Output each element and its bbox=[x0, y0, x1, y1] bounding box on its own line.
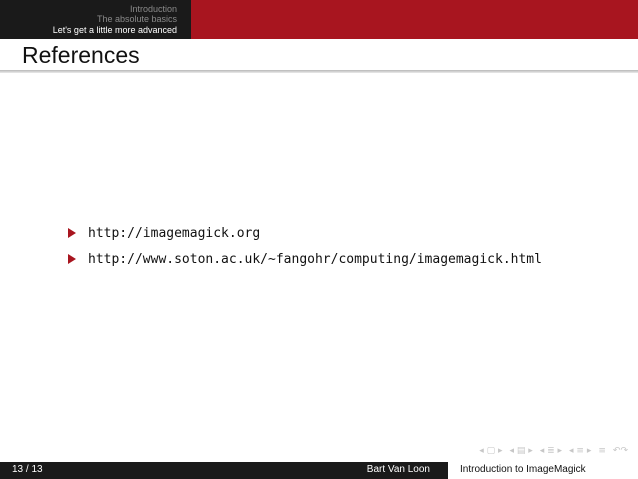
beamer-navigation-controls: ◂ ▢ ▸ ◂ ▤ ▸ ◂ ≣ ▸ ◂ ≡ ▸ ≡ ↶↷ bbox=[479, 446, 628, 456]
author-name: Bart Van Loon bbox=[366, 464, 430, 475]
section-navigation: Introduction The absolute basics Let's g… bbox=[0, 0, 191, 39]
footer-bar: 13 / 13 Bart Van Loon Introduction to Im… bbox=[0, 462, 638, 479]
align-icon[interactable]: ≡ bbox=[598, 446, 606, 456]
reference-link-imagemagick[interactable]: http://imagemagick.org bbox=[88, 226, 260, 241]
triangle-bullet-icon bbox=[68, 254, 76, 264]
header-bar: Introduction The absolute basics Let's g… bbox=[0, 0, 638, 39]
frame-back-icon[interactable]: ◂ ▢ ▸ bbox=[479, 446, 502, 456]
slide-title: References bbox=[22, 42, 140, 68]
search-undo-icon[interactable]: ↶↷ bbox=[613, 446, 628, 456]
subsection-nav-icon[interactable]: ◂ ≡ ▸ bbox=[569, 446, 591, 456]
list-item: http://www.soton.ac.uk/~fangohr/computin… bbox=[68, 246, 542, 272]
page-number: 13 / 13 bbox=[12, 464, 43, 475]
subsection-back-icon[interactable]: ◂ ▤ ▸ bbox=[509, 446, 532, 456]
section-nav-icon[interactable]: ◂ ≣ ▸ bbox=[540, 446, 562, 456]
title-divider bbox=[0, 70, 638, 73]
footer-right: Introduction to ImageMagick bbox=[448, 462, 638, 479]
list-item: http://imagemagick.org bbox=[68, 220, 542, 246]
reference-list: http://imagemagick.org http://www.soton.… bbox=[68, 220, 542, 272]
nav-section-advanced[interactable]: Let's get a little more advanced bbox=[53, 25, 177, 36]
nav-section-absolute-basics[interactable]: The absolute basics bbox=[97, 14, 177, 25]
header-accent-band bbox=[191, 0, 638, 39]
reference-link-soton[interactable]: http://www.soton.ac.uk/~fangohr/computin… bbox=[88, 252, 542, 267]
presentation-title: Introduction to ImageMagick bbox=[460, 464, 586, 475]
footer-left: 13 / 13 Bart Van Loon bbox=[0, 462, 448, 479]
triangle-bullet-icon bbox=[68, 228, 76, 238]
